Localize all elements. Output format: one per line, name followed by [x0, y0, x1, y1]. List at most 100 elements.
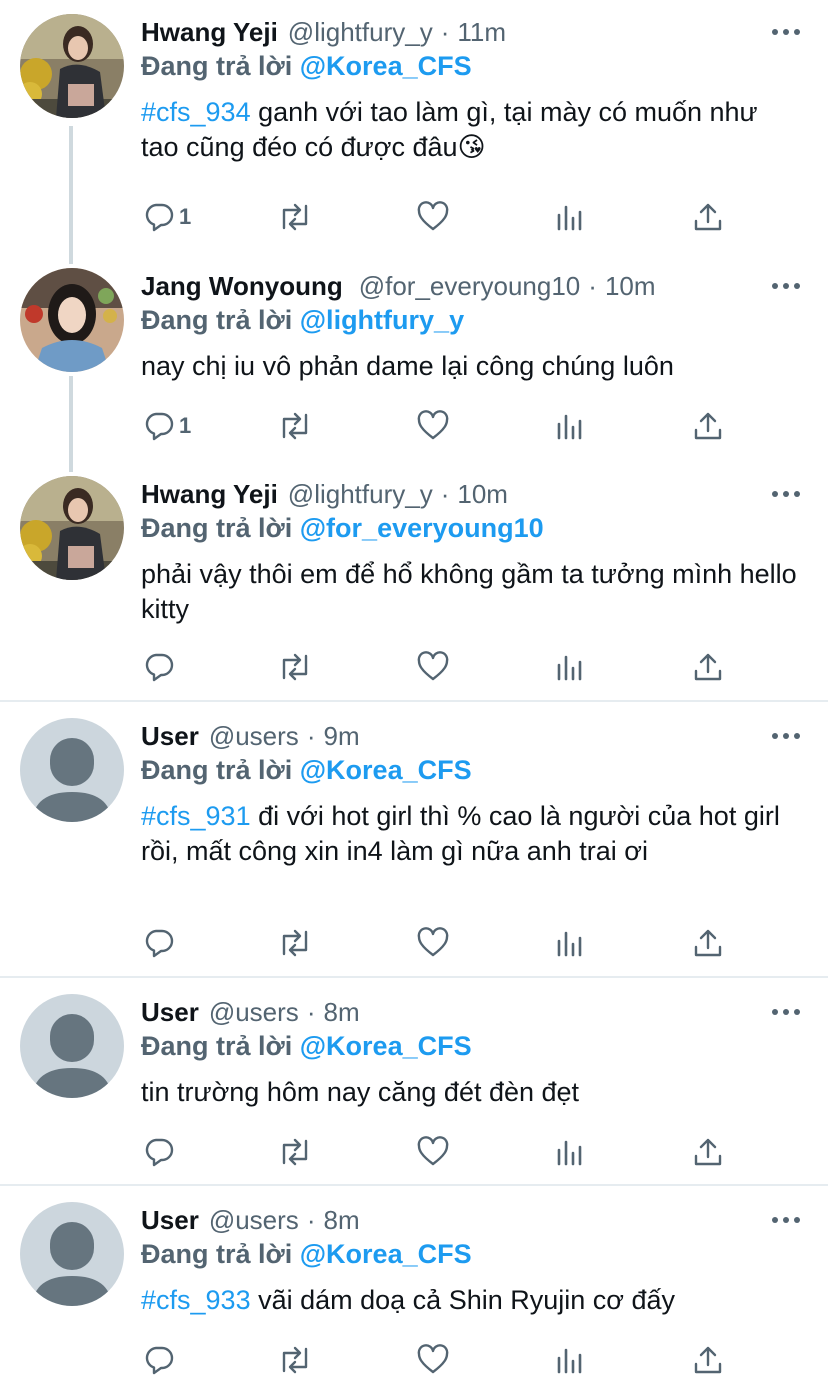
share-button[interactable]	[692, 406, 724, 446]
separator-dot: ·	[440, 16, 450, 47]
analytics-button[interactable]	[555, 406, 585, 446]
user-handle[interactable]: @users	[209, 1205, 299, 1236]
replying-to: Đang trả lời @for_everyoung10	[141, 513, 544, 544]
retweet-button[interactable]	[277, 406, 313, 446]
retweet-button[interactable]	[277, 1340, 313, 1380]
timestamp[interactable]: 8m	[323, 1205, 359, 1236]
tweet[interactable]: Jang Wonyoung @for_everyoung10 · 10m Đan…	[0, 250, 828, 460]
display-name[interactable]: Jang Wonyoung	[141, 271, 343, 302]
more-options-icon[interactable]	[772, 731, 800, 741]
reply-mention-link[interactable]: @for_everyoung10	[300, 513, 544, 543]
avatar[interactable]	[20, 14, 124, 118]
tweet-text: phải vậy thôi em để hổ không gầm ta tưởn…	[141, 557, 801, 627]
default-avatar-icon[interactable]	[20, 994, 124, 1098]
tweet[interactable]: User @users · 8m Đang trả lời @Korea_CFS…	[0, 1186, 828, 1390]
user-handle[interactable]: @for_everyoung10	[359, 271, 581, 302]
share-icon	[694, 1346, 722, 1374]
display-name[interactable]: User	[141, 1205, 199, 1236]
analytics-button[interactable]	[555, 1132, 585, 1172]
reply-button[interactable]	[143, 1132, 179, 1172]
retweet-button[interactable]	[277, 647, 313, 687]
reply-icon	[145, 1346, 174, 1375]
analytics-icon	[557, 205, 582, 231]
avatar[interactable]	[20, 268, 124, 372]
more-options-icon[interactable]	[772, 1215, 800, 1225]
timestamp[interactable]: 10m	[605, 271, 656, 302]
reply-button[interactable]	[143, 647, 179, 687]
user-handle[interactable]: @users	[209, 721, 299, 752]
display-name[interactable]: User	[141, 997, 199, 1028]
timestamp[interactable]: 11m	[457, 17, 506, 48]
tweet-text: nay chị iu vô phản dame lại công chúng l…	[141, 349, 801, 384]
share-button[interactable]	[692, 647, 724, 687]
share-icon	[694, 203, 722, 231]
replying-to: Đang trả lời @Korea_CFS	[141, 1031, 472, 1062]
reply-mention-link[interactable]: @Korea_CFS	[300, 51, 472, 81]
default-avatar-icon[interactable]	[20, 1202, 124, 1306]
reply-mention-link[interactable]: @lightfury_y	[300, 305, 464, 335]
tweet-text: #cfs_931 đi với hot girl thì % cao là ng…	[141, 799, 801, 869]
tweet-text: #cfs_934 ganh với tao làm gì, tại mày có…	[141, 95, 801, 165]
retweet-button[interactable]	[277, 197, 313, 237]
analytics-icon	[557, 655, 582, 681]
user-handle[interactable]: @lightfury_y	[288, 479, 433, 510]
tweet[interactable]: Hwang Yeji @lightfury_y · 11m Đang trả l…	[0, 0, 828, 250]
reply-button[interactable]: 1	[143, 197, 191, 237]
like-button[interactable]	[416, 647, 450, 687]
reply-button[interactable]: 1	[143, 406, 191, 446]
reply-mention-link[interactable]: @Korea_CFS	[300, 755, 472, 785]
analytics-icon	[557, 1140, 582, 1166]
analytics-button[interactable]	[555, 923, 585, 963]
reply-button[interactable]	[143, 1340, 179, 1380]
like-button[interactable]	[416, 1340, 450, 1380]
display-name[interactable]: User	[141, 721, 199, 752]
reply-button[interactable]	[143, 923, 179, 963]
display-name[interactable]: Hwang Yeji	[141, 17, 278, 48]
like-button[interactable]	[416, 1132, 450, 1172]
tweet[interactable]: User @users · 9m Đang trả lời @Korea_CFS…	[0, 702, 828, 976]
retweet-button[interactable]	[277, 1132, 313, 1172]
reply-mention-link[interactable]: @Korea_CFS	[300, 1031, 472, 1061]
more-options-icon[interactable]	[772, 1007, 800, 1017]
reply-mention-link[interactable]: @Korea_CFS	[300, 1239, 472, 1269]
share-button[interactable]	[692, 197, 724, 237]
action-bar	[141, 923, 741, 963]
tweet-header: User @users · 8m	[141, 995, 360, 1029]
analytics-button[interactable]	[555, 647, 585, 687]
like-button[interactable]	[416, 923, 450, 963]
more-options-icon[interactable]	[772, 489, 800, 499]
share-button[interactable]	[692, 1340, 724, 1380]
replying-to-label: Đang trả lời	[141, 1239, 293, 1269]
timestamp[interactable]: 10m	[457, 479, 508, 510]
analytics-button[interactable]	[555, 1340, 585, 1380]
like-button[interactable]	[416, 197, 450, 237]
like-icon	[417, 1136, 449, 1166]
hashtag-link[interactable]: #cfs_931	[141, 801, 251, 831]
timestamp[interactable]: 8m	[323, 997, 359, 1028]
like-icon	[417, 1344, 449, 1374]
default-avatar-icon[interactable]	[20, 718, 124, 822]
hashtag-link[interactable]: #cfs_933	[141, 1285, 251, 1315]
hashtag-link[interactable]: #cfs_934	[141, 97, 251, 127]
retweet-button[interactable]	[277, 923, 313, 963]
retweet-icon	[282, 412, 308, 440]
replying-to-label: Đang trả lời	[141, 305, 293, 335]
replying-to-label: Đang trả lời	[141, 755, 293, 785]
timestamp[interactable]: 9m	[323, 721, 359, 752]
share-button[interactable]	[692, 923, 724, 963]
share-button[interactable]	[692, 1132, 724, 1172]
more-options-icon[interactable]	[772, 27, 800, 37]
like-button[interactable]	[416, 406, 450, 446]
replying-to-label: Đang trả lời	[141, 1031, 293, 1061]
display-name[interactable]: Hwang Yeji	[141, 479, 278, 510]
user-handle[interactable]: @lightfury_y	[288, 17, 433, 48]
avatar[interactable]	[20, 476, 124, 580]
tweet[interactable]: Hwang Yeji @lightfury_y · 10m Đang trả l…	[0, 460, 828, 700]
replying-to-label: Đang trả lời	[141, 51, 293, 81]
tweet[interactable]: User @users · 8m Đang trả lời @Korea_CFS…	[0, 978, 828, 1184]
more-options-icon[interactable]	[772, 281, 800, 291]
user-handle[interactable]: @users	[209, 997, 299, 1028]
analytics-button[interactable]	[555, 197, 585, 237]
action-bar	[141, 647, 741, 687]
action-bar	[141, 1340, 741, 1380]
